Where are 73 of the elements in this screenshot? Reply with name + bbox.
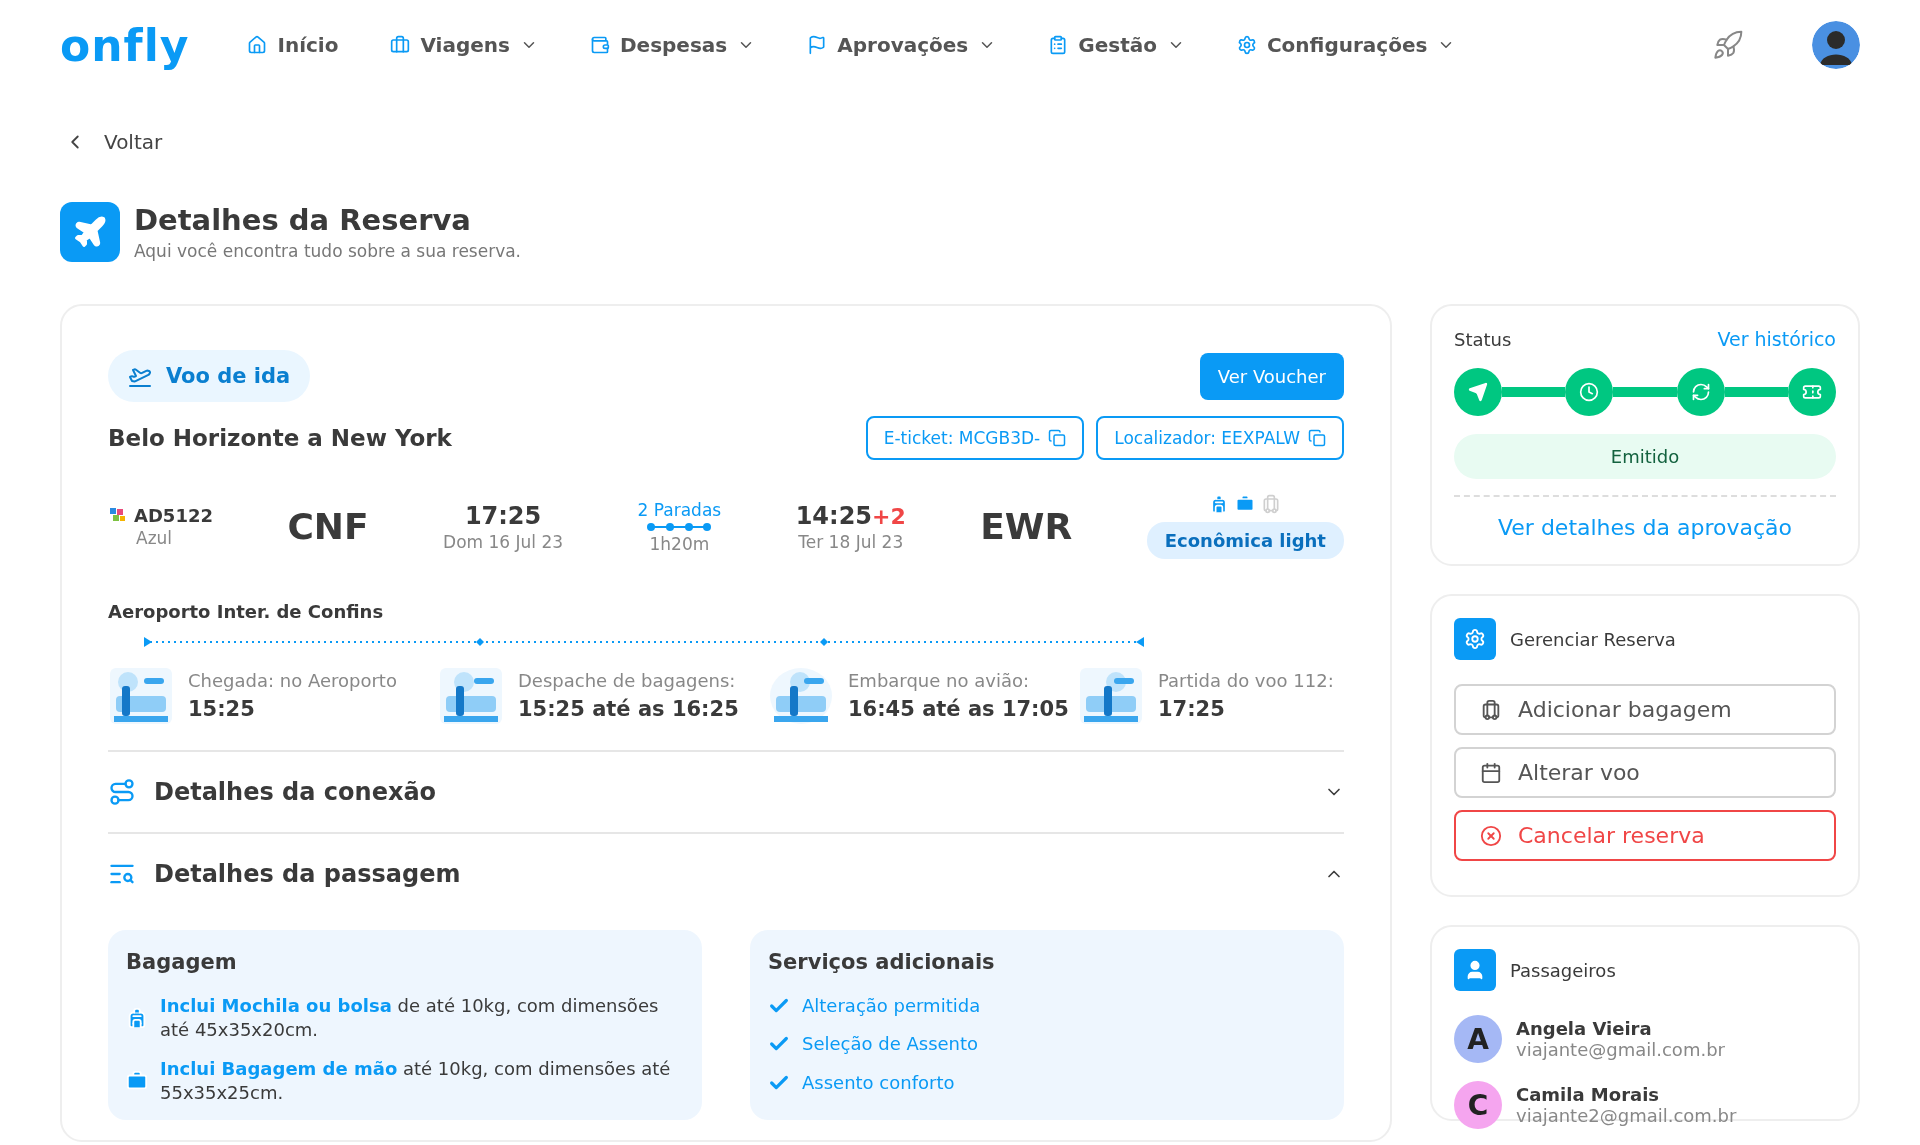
service-item: Assento conforto (802, 1070, 955, 1095)
backpack-icon (126, 1007, 148, 1030)
briefcase-icon (390, 35, 411, 55)
step-time: 15:25 até as 16:25 (518, 696, 739, 721)
destination-code: EWR (980, 506, 1073, 547)
calendar-icon (1480, 761, 1502, 784)
status-badge: Emitido (1454, 434, 1836, 479)
step-label: Partida do voo 112: (1158, 669, 1334, 691)
status-title: Status (1454, 328, 1512, 350)
accordion-header[interactable]: Detalhes da passagem (108, 834, 1344, 914)
avatar-icon[interactable] (1812, 21, 1860, 69)
airport-name: Aeroporto Inter. de Confins (108, 601, 385, 622)
nav-item[interactable]: Viagens (378, 27, 550, 63)
rocket-icon[interactable] (1712, 29, 1744, 61)
panel-title: Bagagem (126, 950, 238, 974)
passenger-name: Camila Morais (1516, 1084, 1661, 1105)
step-time: 16:45 até as 17:05 (848, 696, 1069, 721)
fare-class-badge: Econômica light (1146, 522, 1344, 559)
step-time: 15:25 (188, 696, 256, 721)
flight-direction-tag: Voo de ida (108, 350, 311, 402)
passenger-avatar: C (1454, 1081, 1502, 1129)
nav-item[interactable]: Gestão (1036, 27, 1197, 63)
luggage-icon (1480, 698, 1502, 721)
home-icon (247, 35, 268, 55)
service-item: Seleção de Assento (802, 1032, 979, 1057)
stops-line-icon (647, 521, 712, 532)
action-button[interactable]: Adicionar bagagem (1454, 684, 1836, 735)
step-label: Embarque no avião: (848, 669, 1030, 691)
copy-icon (1048, 429, 1067, 447)
cancel-icon (1480, 824, 1502, 847)
page-title: Detalhes da Reserva (134, 203, 472, 237)
settings-icon (1454, 618, 1496, 660)
arrival-date: Ter 18 Jul 23 (798, 531, 904, 552)
departure-time: 17:25 (464, 501, 542, 530)
stops-count: 2 Paradas (637, 499, 722, 520)
arrival-time: 14:25+2 (795, 501, 906, 530)
flight-number: AD5122 (134, 505, 213, 526)
baggage-rule: Inclui Bagagem de mão até 10kg, com dimensões até 55x35x25cm. (160, 1056, 672, 1105)
step-time: 17:25 (1158, 696, 1226, 721)
nav-item[interactable]: Configurações (1224, 27, 1468, 63)
user-icon (1454, 949, 1496, 991)
step-label: Despache de bagagens: (518, 669, 737, 691)
route-icon (108, 778, 136, 806)
accordion-header[interactable]: Detalhes da conexão (108, 752, 1344, 834)
card-title: Passageiros (1510, 959, 1616, 981)
nav-item[interactable]: Despesas (578, 27, 768, 63)
passenger-name: Angela Vieira (1516, 1018, 1653, 1039)
flight-duration: 1h20m (649, 533, 710, 554)
action-button[interactable]: Alterar voo (1454, 747, 1836, 798)
step-label: Chegada: no Aeroporto (188, 669, 397, 691)
nav-item[interactable]: Aprovações (795, 27, 1009, 63)
flag-icon (807, 35, 828, 55)
passenger-email: viajante2@gmail.com.br (1516, 1105, 1737, 1126)
panel-title: Serviços adicionais (768, 950, 996, 974)
airline-name: Azul (136, 528, 173, 548)
copy-icon (1308, 429, 1326, 447)
settings-icon (1236, 35, 1257, 55)
origin-code: CNF (287, 506, 369, 547)
departure-date: Dom 16 Jul 23 (443, 531, 564, 552)
passenger-avatar: A (1454, 1015, 1502, 1063)
service-item: Alteração permitida (802, 994, 981, 1018)
plane-icon (60, 202, 120, 262)
page-subtitle: Aqui você encontra tudo sobre a sua reserva. (134, 241, 522, 261)
route-title: Belo Horizonte a New York (108, 425, 452, 451)
nav-item[interactable]: Início (235, 27, 351, 63)
baggage-rule: Inclui Mochila ou bolsa de até 10kg, com dimensões até 45x35x20cm. (160, 994, 660, 1043)
clipboard-icon (1048, 35, 1069, 55)
briefcase-icon (126, 1069, 148, 1092)
card-title: Gerenciar Reserva (1510, 628, 1676, 650)
passenger-email: viajante@gmail.com.br (1516, 1039, 1725, 1060)
back-link[interactable]: Voltar (64, 130, 163, 154)
action-button[interactable]: Cancelar reserva (1454, 810, 1836, 861)
wallet-icon (590, 35, 610, 55)
